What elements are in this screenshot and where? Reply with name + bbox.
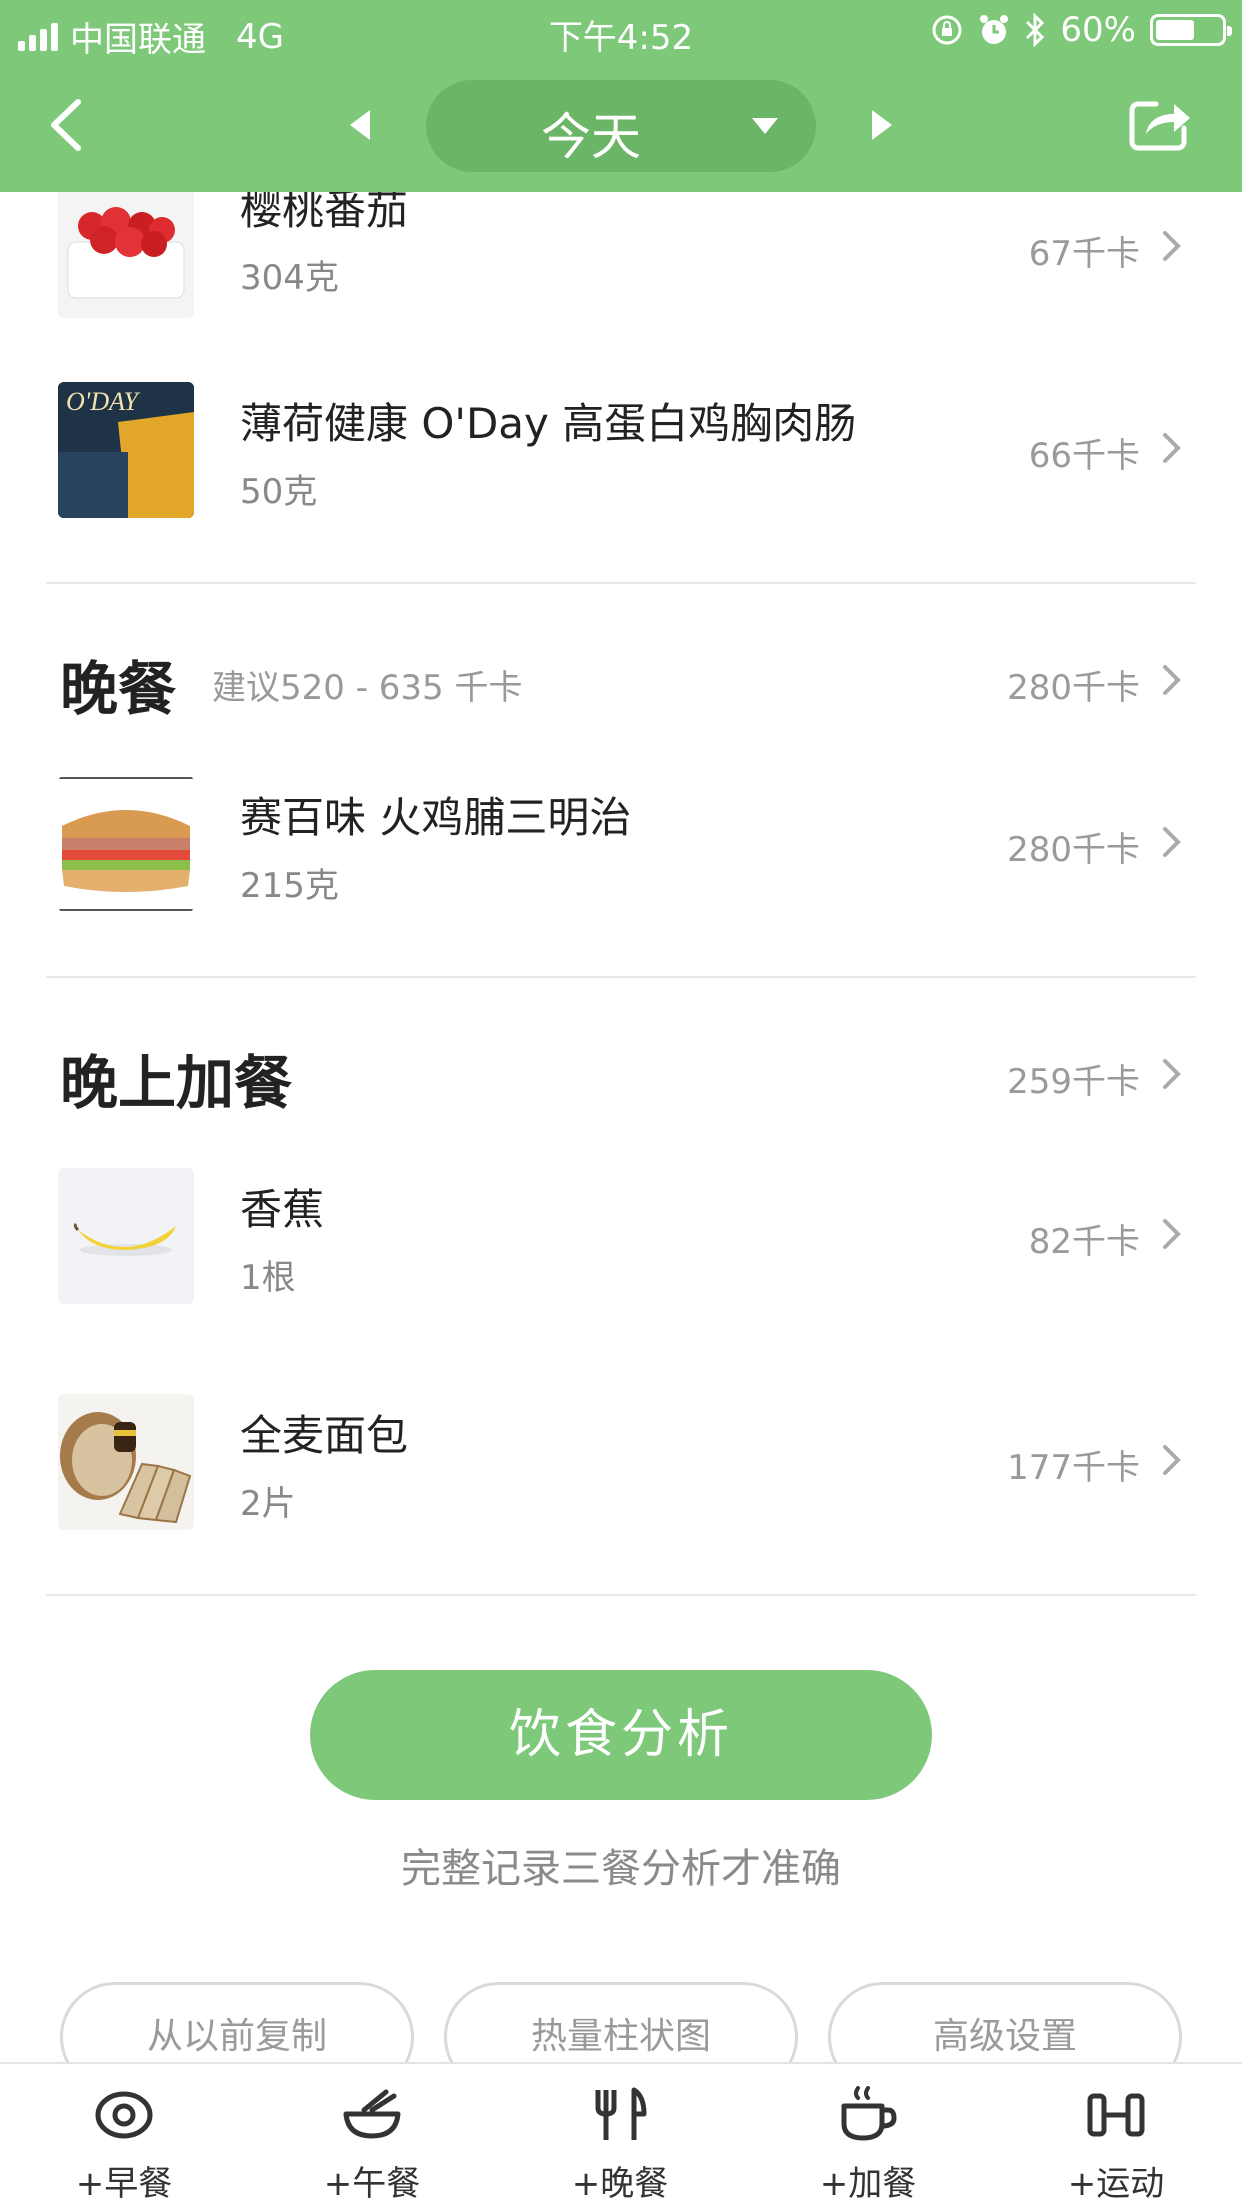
top-bar: 中国联通 4G 下午4:52 60% 今天 [0,0,1242,192]
tab-add-dinner[interactable]: +晚餐 [496,2064,744,2208]
chevron-right-icon [1163,433,1181,463]
diet-analysis-button[interactable]: 饮食分析 [310,1670,932,1800]
list-item[interactable]: 全麦面包 2片 177千卡 [0,1394,1242,1554]
alarm-icon [980,15,1009,44]
chevron-right-icon [1163,827,1181,857]
list-item[interactable]: 樱桃番茄 304克 67千卡 [0,192,1242,330]
battery-icon [1150,14,1232,46]
egg-icon [95,2091,153,2139]
list-item[interactable]: 香蕉 1根 82千卡 [0,1168,1242,1328]
diary-list: 樱桃番茄 304克 67千卡 O'DAY 薄荷健康 O'Day 高蛋白鸡胸肉肠 … [0,192,1242,2062]
advanced-settings-button[interactable]: 高级设置 [828,1982,1182,2062]
tab-add-exercise[interactable]: +运动 [992,2064,1240,2208]
food-name: 赛百味 火鸡脯三明治 [240,793,632,842]
food-kcal: 177千卡 [1007,1448,1140,1488]
tab-add-snack[interactable]: +加餐 [744,2064,992,2208]
status-bar: 中国联通 4G 下午4:52 60% [0,0,1242,64]
coffee-cup-icon [841,2086,897,2141]
section-divider [46,582,1196,584]
food-kcal: 280千卡 [1007,830,1140,870]
food-quantity: 50克 [240,472,318,512]
food-quantity: 2片 [240,1484,296,1524]
date-selector[interactable]: 今天 [426,80,816,172]
dumbbell-icon [1087,2093,1145,2137]
next-day-icon[interactable] [870,108,894,142]
tab-label: +早餐 [75,2164,173,2204]
food-image-banana [58,1168,194,1304]
food-quantity: 304克 [240,258,339,298]
tab-label: +运动 [1067,2164,1165,2204]
food-kcal: 67千卡 [1028,234,1140,274]
fork-knife-icon [595,2087,647,2140]
back-icon[interactable] [46,98,86,152]
analysis-note: 完整记录三餐分析才准确 [401,1846,841,1892]
date-label: 今天 [541,108,641,166]
battery-percent: 60% [1060,10,1136,50]
chevron-right-icon [1163,1059,1181,1089]
chevron-down-icon [752,118,778,134]
food-quantity: 215克 [240,866,339,906]
list-item[interactable]: 赛百味 火鸡脯三明治 215克 280千卡 [0,776,1242,936]
food-name: 薄荷健康 O'Day 高蛋白鸡胸肉肠 [240,399,857,448]
food-name: 樱桃番茄 [240,192,409,234]
tab-add-breakfast[interactable]: +早餐 [0,2064,248,2208]
food-name: 全麦面包 [240,1411,409,1460]
chevron-right-icon [1163,665,1181,695]
food-kcal: 66千卡 [1028,436,1140,476]
tab-label: +晚餐 [571,2164,669,2204]
previous-day-icon[interactable] [348,108,372,142]
section-divider [46,1594,1196,1596]
food-image-sandwich [58,776,194,912]
section-divider [46,976,1196,978]
share-icon[interactable] [1128,96,1192,152]
orientation-lock-icon [932,15,962,45]
food-image-oday-sausage: O'DAY [58,382,194,518]
section-total-kcal: 280千卡 [1007,668,1140,708]
food-image-wholewheat-bread [58,1394,194,1530]
food-quantity: 1根 [240,1258,296,1298]
chevron-right-icon [1163,231,1181,261]
bottom-tab-bar: +早餐 +午餐 +晚餐 +加餐 +运动 [0,2062,1242,2208]
section-total-kcal: 259千卡 [1007,1062,1140,1102]
bowl-icon [343,2089,401,2139]
oday-logo-text: O'DAY [66,387,141,416]
section-title: 晚餐 [60,655,177,723]
food-kcal: 82千卡 [1028,1222,1140,1262]
tab-label: +午餐 [323,2164,421,2204]
section-title: 晚上加餐 [60,1049,293,1117]
copy-from-previous-button[interactable]: 从以前复制 [60,1982,414,2062]
chevron-right-icon [1163,1445,1181,1475]
bluetooth-icon [1026,13,1045,47]
tab-add-lunch[interactable]: +午餐 [248,2064,496,2208]
tab-label: +加餐 [819,2164,917,2204]
calorie-bar-chart-button[interactable]: 热量柱状图 [444,1982,798,2062]
food-name: 香蕉 [240,1185,325,1234]
food-image-cherry-tomato [58,192,194,318]
calorie-suggestion: 建议520 - 635 千卡 [212,668,523,708]
chevron-right-icon [1163,1219,1181,1249]
list-item[interactable]: O'DAY 薄荷健康 O'Day 高蛋白鸡胸肉肠 50克 66千卡 [0,382,1242,542]
